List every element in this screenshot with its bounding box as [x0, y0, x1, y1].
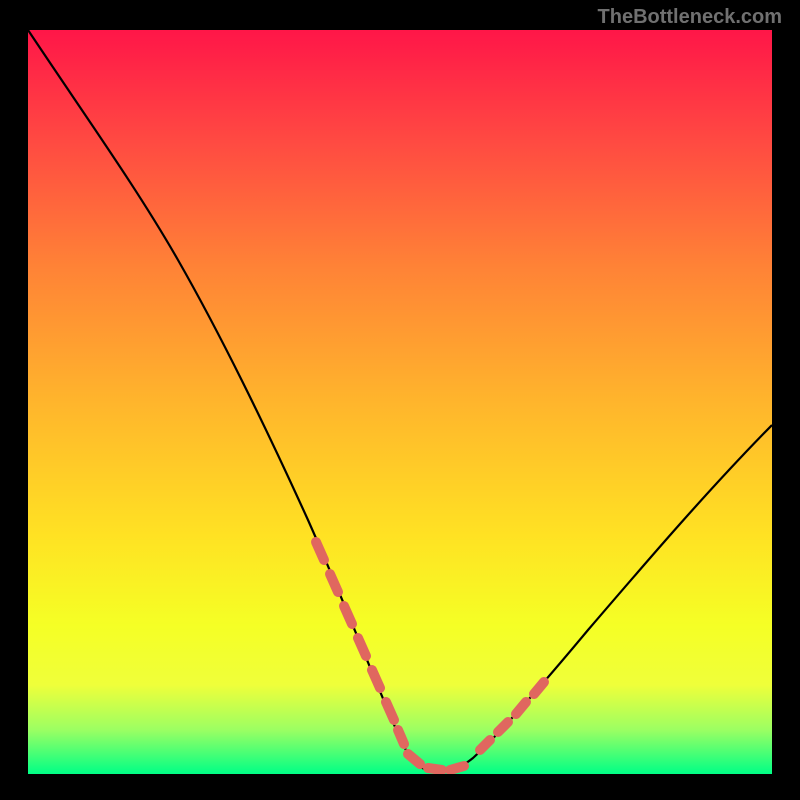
- highlight-left: [316, 542, 404, 744]
- chart-plot-area: [28, 30, 772, 774]
- highlight-right: [480, 682, 544, 750]
- main-curve: [28, 30, 772, 772]
- chart-svg: [28, 30, 772, 774]
- highlight-bottom: [408, 754, 464, 770]
- watermark-text: TheBottleneck.com: [598, 6, 782, 29]
